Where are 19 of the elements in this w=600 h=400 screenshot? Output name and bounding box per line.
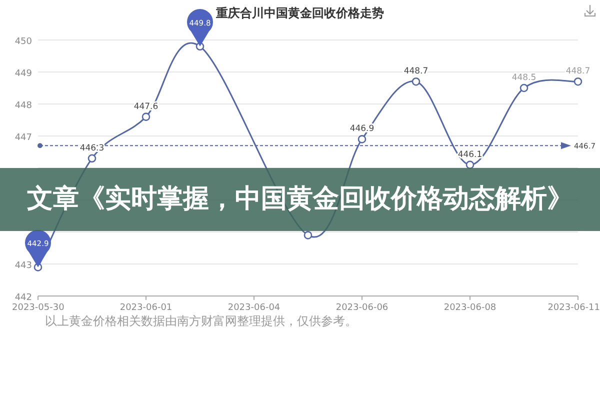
x-tick-label: 2023-05-30 xyxy=(12,303,64,310)
banner-title: 文章《实时掌握，中国黄金回收价格动态解析》 xyxy=(26,184,574,214)
y-tick-label: 447 xyxy=(14,133,32,143)
data-label: 448.7 xyxy=(404,66,428,77)
data-label: 446.1 xyxy=(458,150,482,160)
y-tick-label: 449 xyxy=(14,69,32,79)
data-label: 448.5 xyxy=(512,73,536,83)
x-tick-label: 2023-06-06 xyxy=(336,303,388,310)
x-tick-label: 2023-06-11 xyxy=(548,303,600,310)
data-label: 448.7 xyxy=(566,66,590,77)
y-tick-label: 450 xyxy=(14,37,32,47)
y-tick-label: 448 xyxy=(14,101,32,111)
x-tick-label: 2023-06-04 xyxy=(228,303,280,310)
y-tick-label: 443 xyxy=(14,261,32,271)
chart-title: 重庆合川中国黄金回收价格走势 xyxy=(216,6,384,20)
x-tick-label: 2023-06-01 xyxy=(120,303,172,310)
footnote: 以上黄金价格相关数据由南方财富网整理提供，仅供参考。 xyxy=(45,313,358,330)
x-tick-label: 2023-06-08 xyxy=(444,303,496,310)
y-tick-label: 442 xyxy=(14,293,32,303)
